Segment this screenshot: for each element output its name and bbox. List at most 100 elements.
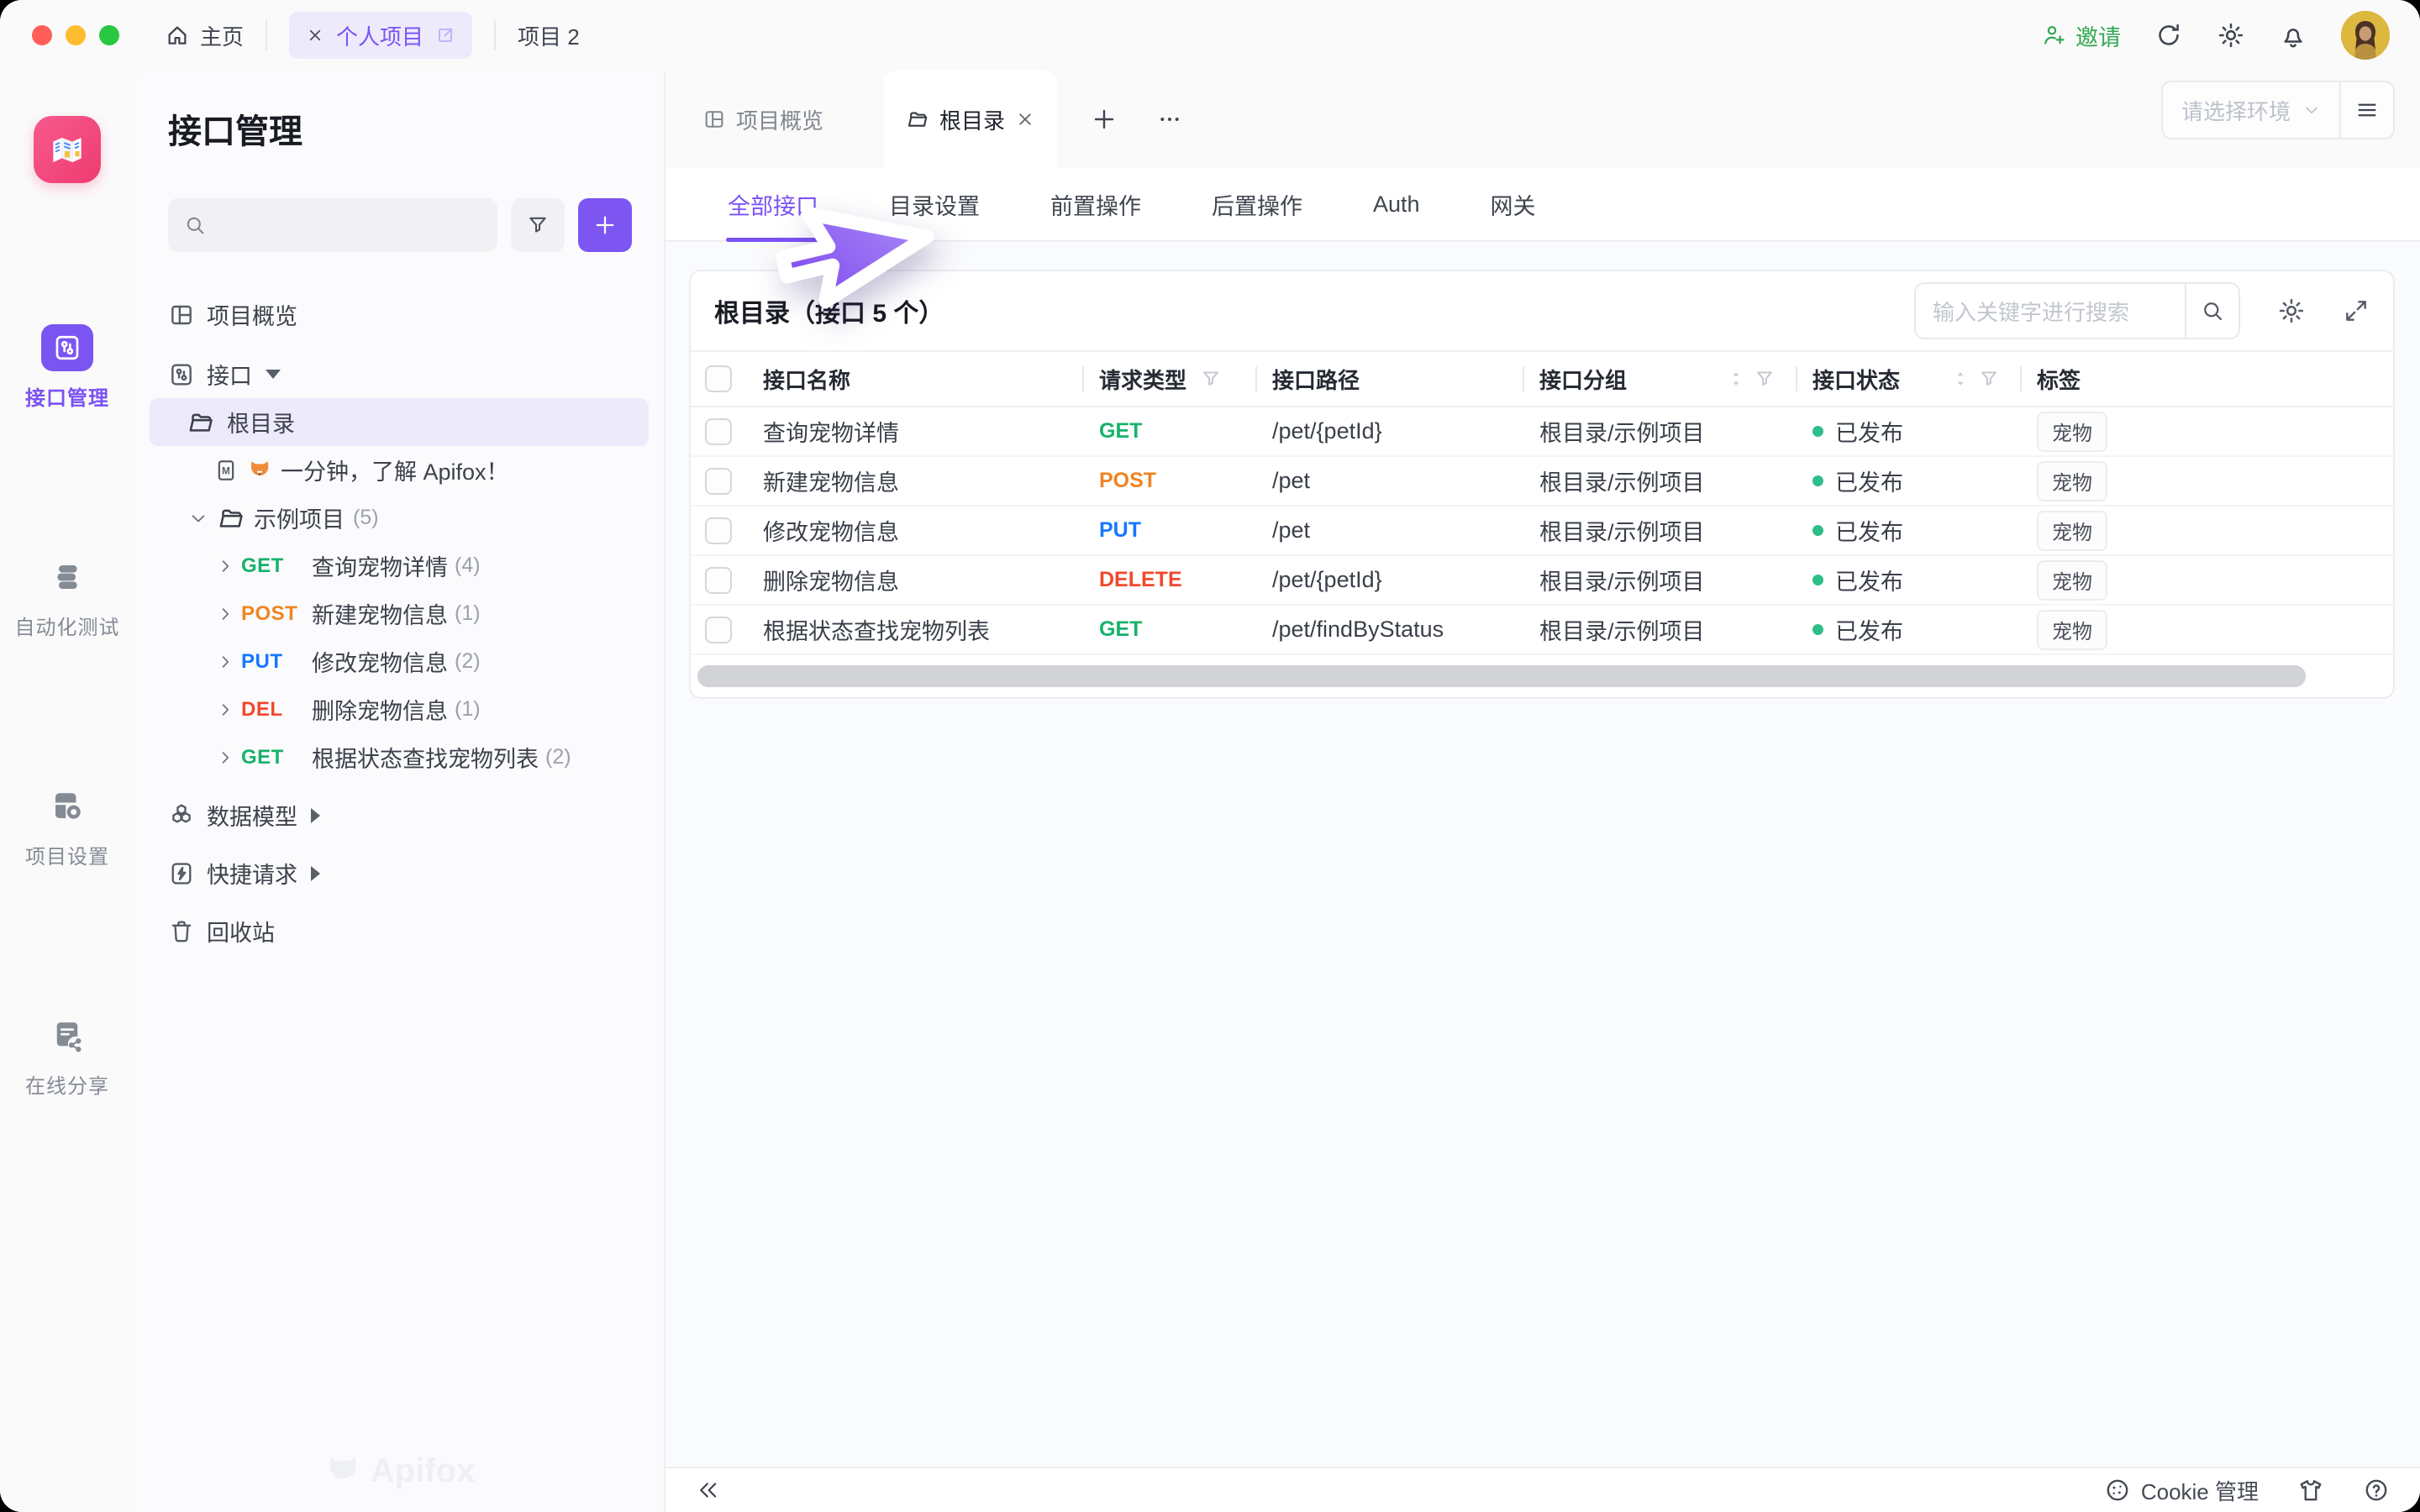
sidebar-search-input[interactable] (168, 198, 497, 252)
project-tab[interactable]: 项目 2 (518, 20, 580, 51)
select-all-checkbox[interactable] (705, 365, 732, 392)
table-row[interactable]: 查询宠物详情 GET /pet/{petId} 根目录/示例项目 已发布 宠物 (691, 407, 2393, 457)
table-row[interactable]: 删除宠物信息 DELETE /pet/{petId} 根目录/示例项目 已发布 … (691, 556, 2393, 606)
api-tags: 宠物 (2020, 511, 2393, 551)
minimize-window-button[interactable] (66, 25, 86, 45)
close-tab-icon[interactable] (1015, 109, 1035, 129)
filter-button[interactable] (511, 198, 565, 252)
chevron-right-icon[interactable] (216, 557, 234, 575)
cookie-manager-button[interactable]: Cookie 管理 (2104, 1475, 2259, 1506)
row-checkbox[interactable] (705, 517, 732, 544)
add-button[interactable] (578, 198, 632, 252)
tree-section-data-models[interactable]: 数据模型 (134, 791, 664, 839)
rail-item-project-settings[interactable]: 项目设置 (25, 783, 109, 869)
funnel-icon[interactable] (1200, 368, 1222, 390)
tree-api-item[interactable]: DEL 删除宠物信息 (1) (134, 685, 664, 733)
tree-item-recycle-bin[interactable]: 回收站 (134, 907, 664, 955)
sync-icon[interactable] (2154, 21, 2183, 50)
tree-api-item[interactable]: GET 根据状态查找宠物列表 (2) (134, 733, 664, 781)
chevron-right-icon[interactable] (216, 701, 234, 719)
zoom-window-button[interactable] (99, 25, 119, 45)
tree-section-apis[interactable]: 接口 (134, 350, 664, 398)
tree-item-example-folder[interactable]: 示例项目 (5) (134, 494, 664, 542)
table-row[interactable]: 根据状态查找宠物列表 GET /pet/findByStatus 根目录/示例项… (691, 606, 2393, 655)
caret-right-icon[interactable] (311, 866, 320, 881)
tree-item-doc[interactable]: 一分钟，了解 Apifox！ (134, 446, 664, 494)
cookie-manager-label: Cookie 管理 (2141, 1475, 2259, 1506)
rail-item-online-share[interactable]: 在线分享 (25, 1012, 109, 1099)
funnel-icon[interactable] (1754, 368, 1776, 390)
doc-tab-project-overview[interactable]: 项目概览 (702, 104, 823, 135)
api-name: 修改宠物信息 (746, 514, 1082, 547)
column-header-tag[interactable]: 标签 (2020, 352, 2393, 406)
environment-select[interactable]: 请选择环境 (2163, 95, 2339, 126)
column-header-status[interactable]: 接口状态 (1796, 352, 2020, 406)
folder-icon (217, 504, 245, 533)
cookie-icon (2104, 1477, 2131, 1504)
row-checkbox[interactable] (705, 567, 732, 594)
sort-icon[interactable] (1727, 370, 1745, 388)
collapse-sidebar-icon[interactable] (696, 1478, 721, 1503)
subtab-gateway[interactable]: 网关 (1491, 168, 1536, 240)
tshirt-theme-icon[interactable] (2297, 1477, 2324, 1504)
tree-api-item[interactable]: PUT 修改宠物信息 (2) (134, 638, 664, 685)
subtab-post-operations[interactable]: 后置操作 (1212, 168, 1302, 240)
tree-api-item[interactable]: GET 查询宠物详情 (4) (134, 542, 664, 590)
scrollbar-thumb[interactable] (697, 665, 2306, 687)
api-method: GET (1082, 617, 1255, 642)
settings-gear-icon[interactable] (2217, 21, 2245, 50)
close-window-button[interactable] (32, 25, 52, 45)
environment-menu-button[interactable] (2341, 97, 2393, 123)
notifications-bell-icon[interactable] (2279, 21, 2307, 50)
column-header-method[interactable]: 请求类型 (1082, 352, 1255, 406)
home-tab[interactable]: 主页 (165, 20, 244, 51)
chevron-down-icon (2302, 101, 2321, 119)
tree-label: 查询宠物详情 (312, 549, 448, 582)
rail-item-api-management[interactable]: 接口管理 (25, 324, 109, 411)
sort-icon[interactable] (1951, 370, 1970, 388)
tree-item-project-overview[interactable]: 项目概览 (134, 291, 664, 339)
api-tree: 项目概览 接口 根目录 一分钟，了解 Apifox！ 示例项目 (5) (134, 291, 664, 955)
chevron-down-icon[interactable] (188, 508, 208, 528)
subtab-auth[interactable]: Auth (1373, 168, 1420, 240)
api-tags: 宠物 (2020, 610, 2393, 650)
cubes-icon (168, 802, 195, 829)
table-search-button[interactable] (2185, 284, 2238, 338)
chevron-right-icon[interactable] (216, 605, 234, 623)
column-header-group[interactable]: 接口分组 (1523, 352, 1796, 406)
new-tab-plus-icon[interactable] (1091, 106, 1118, 133)
table-row[interactable]: 新建宠物信息 POST /pet 根目录/示例项目 已发布 宠物 (691, 457, 2393, 507)
sidebar: 接口管理 项目概览 接口 根目录 (134, 71, 666, 1512)
apifox-logo[interactable] (34, 116, 101, 183)
more-tabs-icon[interactable] (1156, 106, 1183, 133)
rail-item-automated-testing[interactable]: 自动化测试 (15, 554, 120, 640)
status-dot (1812, 624, 1823, 635)
funnel-icon[interactable] (1978, 368, 2000, 390)
row-checkbox[interactable] (705, 418, 732, 445)
table-search-input[interactable]: 输入关键字进行搜索 (1916, 296, 2185, 327)
api-name: 查询宠物详情 (746, 415, 1082, 448)
tree-item-root-folder[interactable]: 根目录 (150, 398, 649, 446)
row-checkbox[interactable] (705, 468, 732, 495)
tree-api-item[interactable]: POST 新建宠物信息 (1) (134, 590, 664, 638)
invite-button[interactable]: 邀请 (2042, 19, 2121, 52)
row-checkbox[interactable] (705, 617, 732, 643)
chevron-right-icon[interactable] (216, 653, 234, 671)
table-settings-gear-icon[interactable] (2277, 297, 2306, 325)
external-link-icon[interactable] (435, 25, 455, 45)
chevron-right-icon[interactable] (216, 748, 234, 767)
subtab-pre-operations[interactable]: 前置操作 (1050, 168, 1141, 240)
expand-icon[interactable] (2343, 297, 2370, 324)
doc-tab-root-folder[interactable]: 根目录 (884, 71, 1057, 168)
caret-right-icon[interactable] (311, 808, 320, 823)
caret-down-icon[interactable] (266, 370, 281, 379)
workspace-tab[interactable]: 个人项目 (289, 12, 472, 59)
statusbar: Cookie 管理 (666, 1467, 2420, 1512)
close-icon[interactable] (306, 26, 324, 45)
help-icon[interactable] (2363, 1477, 2390, 1504)
horizontal-scrollbar[interactable] (697, 665, 2386, 687)
tree-section-quick-request[interactable]: 快捷请求 (134, 849, 664, 897)
user-avatar[interactable] (2341, 11, 2390, 60)
column-header-path[interactable]: 接口路径 (1255, 352, 1523, 406)
table-row[interactable]: 修改宠物信息 PUT /pet 根目录/示例项目 已发布 宠物 (691, 507, 2393, 556)
